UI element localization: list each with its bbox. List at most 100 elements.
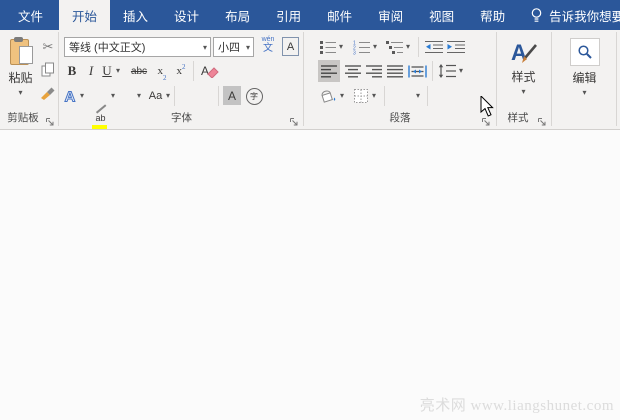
font-size-combo[interactable]: 小四 ▾	[213, 37, 254, 57]
align-left-button[interactable]	[318, 60, 340, 82]
align-left-icon	[321, 64, 337, 78]
text-effects-icon: A	[63, 88, 78, 104]
align-right-button[interactable]	[364, 60, 384, 82]
tell-me-label: 告诉我你想要	[549, 9, 620, 24]
line-spacing-dropdown[interactable]: ▾	[459, 67, 463, 75]
justify-icon	[387, 64, 403, 78]
ribbon-tab-bar: 文件 开始 插入 设计 布局 引用 邮件 审阅 视图 帮助 告诉我你想要	[0, 0, 620, 30]
editing-button[interactable]: 编辑 ▾	[557, 34, 612, 108]
bullets-icon	[320, 40, 336, 54]
eraser-icon	[207, 65, 219, 78]
styles-button-label: 样式	[511, 70, 536, 84]
highlight-dropdown[interactable]: ▾	[111, 92, 115, 100]
svg-text:A: A	[65, 89, 76, 105]
subscript-button[interactable]: x2	[153, 60, 171, 82]
justify-button[interactable]	[385, 60, 405, 82]
align-right-icon	[366, 64, 382, 78]
ribbon-home: 粘贴 ▾ ✂ 剪贴板 等线 (中文正文) ▾ 小四 ▾ wén 文 A B I …	[0, 30, 620, 272]
copy-button[interactable]	[38, 59, 58, 79]
tab-layout[interactable]: 布局	[212, 0, 263, 30]
character-shading-button[interactable]: A	[223, 86, 241, 105]
shading-button[interactable]	[318, 84, 338, 108]
asian-layout-dropdown[interactable]: ▾	[416, 92, 420, 100]
tab-view[interactable]: 视图	[416, 0, 467, 30]
chevron-down-icon: ▾	[18, 88, 23, 97]
word-window: 文件 开始 插入 设计 布局 引用 邮件 审阅 视图 帮助 告诉我你想要 粘贴	[0, 0, 620, 420]
text-effects-button[interactable]: A	[62, 84, 79, 108]
tab-file[interactable]: 文件	[2, 0, 59, 30]
styles-icon: A	[509, 38, 539, 65]
tab-mailings[interactable]: 邮件	[314, 0, 365, 30]
superscript-digit: 2	[182, 63, 186, 71]
phonetic-guide-button[interactable]: wén 文	[258, 36, 278, 54]
chevron-down-icon: ▾	[202, 42, 207, 52]
svg-text:A: A	[511, 40, 527, 65]
borders-dropdown[interactable]: ▾	[372, 92, 376, 100]
character-border-glyph: A	[286, 40, 295, 53]
character-border-button[interactable]: A	[282, 37, 299, 56]
font-size-value: 小四	[218, 42, 240, 54]
styles-button[interactable]: A 样式 ▾	[500, 34, 547, 108]
format-painter-icon	[40, 85, 56, 100]
clipboard-dialog-launcher[interactable]	[45, 114, 55, 132]
change-case-button[interactable]: Aa	[146, 84, 165, 108]
copy-icon	[41, 62, 55, 77]
numbering-icon: 1 2 3	[353, 40, 370, 55]
numbering-button[interactable]: 1 2 3	[352, 36, 371, 58]
bullets-dropdown[interactable]: ▾	[339, 43, 343, 51]
superscript-button[interactable]: x2	[172, 60, 190, 82]
enclose-characters-button[interactable]: 字	[244, 86, 264, 106]
distribute-icon	[407, 65, 427, 78]
decrease-indent-icon	[425, 40, 443, 54]
phonetic-bottom-text: 文	[263, 43, 273, 54]
tab-review[interactable]: 审阅	[365, 0, 416, 30]
italic-button[interactable]: I	[84, 60, 98, 82]
font-dialog-launcher[interactable]	[289, 114, 299, 132]
shading-dropdown[interactable]: ▾	[340, 92, 344, 100]
chevron-down-icon: ▾	[521, 87, 526, 96]
line-spacing-icon	[438, 64, 456, 78]
multilevel-list-icon	[386, 40, 403, 55]
document-canvas[interactable]: 亮术网 www.liangshunet.com	[0, 131, 620, 420]
cut-button[interactable]: ✂	[38, 37, 58, 57]
paint-bucket-icon	[319, 88, 337, 104]
font-name-combo[interactable]: 等线 (中文正文) ▾	[64, 37, 211, 57]
text-effects-dropdown[interactable]: ▾	[80, 92, 84, 100]
subscript-digit: 2	[163, 74, 167, 82]
underline-dropdown[interactable]: ▾	[116, 67, 120, 75]
borders-icon	[353, 88, 369, 104]
tab-design[interactable]: 设计	[161, 0, 212, 30]
numbering-dropdown[interactable]: ▾	[373, 43, 377, 51]
clear-formatting-button[interactable]: A	[197, 60, 223, 82]
strikethrough-button[interactable]: abc	[126, 60, 152, 82]
tab-insert[interactable]: 插入	[110, 0, 161, 30]
clipboard-group-label: 剪贴板	[7, 112, 39, 124]
decrease-indent-button[interactable]	[424, 36, 444, 58]
tab-help[interactable]: 帮助	[467, 0, 518, 30]
format-painter-button[interactable]	[38, 82, 58, 102]
styles-dialog-launcher[interactable]	[537, 114, 547, 132]
distribute-button[interactable]	[406, 60, 428, 82]
change-case-dropdown[interactable]: ▾	[166, 92, 170, 100]
paste-button[interactable]: 粘贴 ▾	[3, 35, 38, 108]
font-group-label: 字体	[171, 112, 192, 124]
line-spacing-button[interactable]	[437, 60, 457, 82]
underline-button[interactable]: U	[99, 60, 115, 82]
tab-references[interactable]: 引用	[263, 0, 314, 30]
paste-clipboard-icon	[10, 37, 33, 65]
highlight-color-swatch	[92, 125, 107, 129]
borders-button[interactable]	[351, 84, 370, 108]
watermark-text: 亮术网 www.liangshunet.com	[419, 398, 614, 414]
multilevel-dropdown[interactable]: ▾	[406, 43, 410, 51]
multilevel-list-button[interactable]	[385, 36, 404, 58]
bullets-button[interactable]	[319, 36, 337, 58]
tab-home[interactable]: 开始	[59, 0, 111, 30]
align-center-button[interactable]	[343, 60, 363, 82]
enclose-characters-glyph: 字	[245, 87, 263, 105]
increase-indent-button[interactable]	[446, 36, 466, 58]
search-icon	[569, 38, 600, 66]
bold-button[interactable]: B	[62, 60, 82, 82]
font-color-dropdown[interactable]: ▾	[137, 92, 141, 100]
phonetic-top-text: wén	[261, 36, 275, 43]
tell-me-box[interactable]: 告诉我你想要	[518, 0, 620, 30]
